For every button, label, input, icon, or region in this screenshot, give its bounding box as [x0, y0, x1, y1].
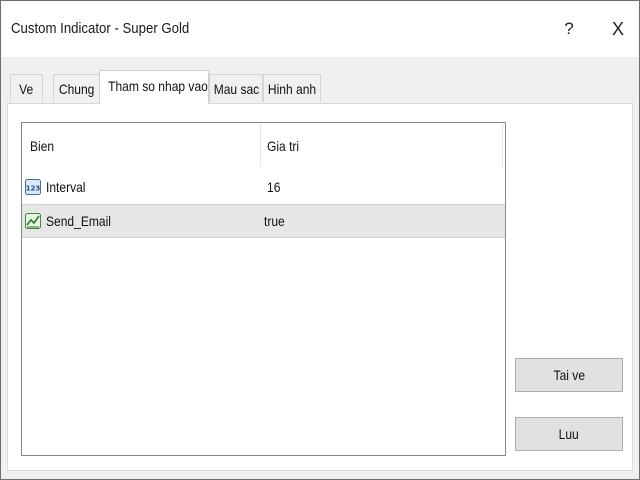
column-header-value[interactable]: Gia tri [267, 138, 304, 154]
column-divider[interactable] [260, 123, 261, 167]
load-button[interactable]: Tai ve [515, 358, 623, 392]
tab-ve[interactable]: Ve [10, 74, 43, 102]
param-value[interactable]: true [264, 213, 288, 229]
tab-label: Ve [19, 81, 34, 97]
parameters-list[interactable]: Bien Gia tri 123 Interval 16 Send_Email … [21, 122, 506, 456]
close-button[interactable]: X [603, 15, 633, 43]
tab-label: Mau sac [213, 81, 260, 97]
svg-text:123: 123 [26, 185, 41, 193]
title-bar: Custom Indicator - Super Gold ? X [1, 1, 639, 57]
boolean-chart-icon [25, 213, 41, 229]
table-row[interactable]: 123 Interval 16 [22, 170, 505, 204]
list-header: Bien Gia tri [22, 123, 505, 168]
window-title: Custom Indicator - Super Gold [11, 20, 190, 37]
help-button[interactable]: ? [554, 15, 584, 43]
numeric-123-icon: 123 [25, 179, 41, 195]
tab-tham-so-nhap-vao[interactable]: Tham so nhap vao [99, 70, 209, 104]
tab-label: Chung [58, 81, 95, 97]
param-value[interactable]: 16 [267, 179, 283, 195]
column-header-name[interactable]: Bien [30, 138, 58, 154]
param-name: Send_Email [46, 213, 111, 229]
param-name: Interval [46, 179, 86, 195]
column-divider[interactable] [502, 123, 503, 167]
tab-hinh-anh[interactable]: Hinh anh [263, 74, 321, 102]
save-button[interactable]: Luu [515, 417, 623, 451]
tab-label: Hinh anh [267, 81, 317, 97]
tab-chung[interactable]: Chung [53, 74, 100, 102]
table-row[interactable]: Send_Email true [22, 204, 505, 238]
tab-mau-sac[interactable]: Mau sac [209, 74, 263, 102]
indicator-dialog: Custom Indicator - Super Gold ? X Ve Chu… [0, 0, 640, 480]
tab-label: Tham so nhap vao [108, 78, 208, 94]
